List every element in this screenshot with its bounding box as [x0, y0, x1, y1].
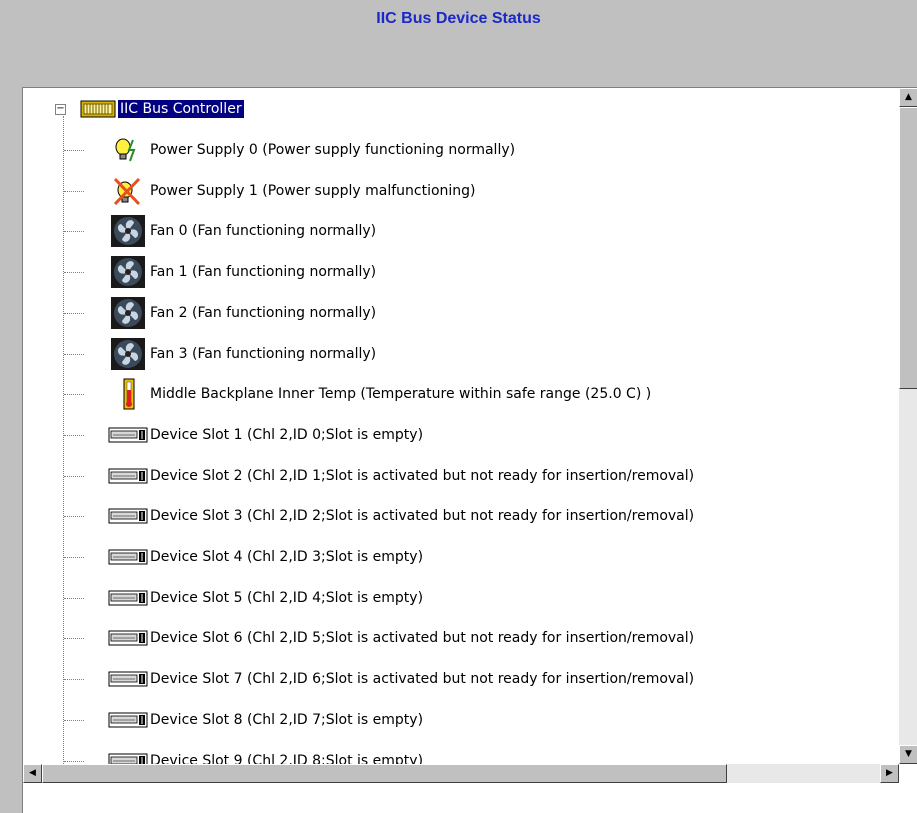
- tree-item-label: Fan 1 (Fan functioning normally): [150, 264, 377, 280]
- tree-item-label: Device Slot 4 (Chl 2,ID 3;Slot is empty): [150, 549, 424, 565]
- device-tree: − IIC Bus Controller Power Supply 0 (Pow…: [23, 88, 899, 764]
- tree-item[interactable]: Device Slot 8 (Chl 2,ID 7;Slot is empty): [108, 706, 425, 734]
- tree-item-label: Device Slot 2 (Chl 2,ID 1;Slot is activa…: [150, 468, 695, 484]
- tree-item[interactable]: Fan 3 (Fan functioning normally): [108, 337, 378, 371]
- device-slot-icon: [108, 581, 148, 615]
- tree-item[interactable]: Power Supply 1 (Power supply malfunction…: [108, 177, 478, 205]
- tree-item[interactable]: Device Slot 3 (Chl 2,ID 2;Slot is activa…: [108, 502, 696, 530]
- tree-item[interactable]: Device Slot 2 (Chl 2,ID 1;Slot is activa…: [108, 462, 696, 490]
- tree-item-label: Device Slot 5 (Chl 2,ID 4;Slot is empty): [150, 590, 424, 606]
- power-supply-ok-icon: [108, 133, 148, 167]
- tree-item[interactable]: Fan 1 (Fan functioning normally): [108, 255, 378, 289]
- tree-root-label: IIC Bus Controller: [118, 100, 244, 118]
- tree-item-label: Device Slot 7 (Chl 2,ID 6;Slot is activa…: [150, 671, 695, 687]
- tree-item[interactable]: Device Slot 5 (Chl 2,ID 4;Slot is empty): [108, 584, 425, 612]
- tree-connector-branch: [64, 435, 84, 436]
- tree-item[interactable]: Middle Backplane Inner Temp (Temperature…: [108, 377, 653, 411]
- tree-connector-branch: [64, 557, 84, 558]
- tree-connector-branch: [64, 638, 84, 639]
- scroll-left-button[interactable]: ◀: [23, 764, 42, 783]
- device-slot-icon: [108, 540, 148, 574]
- device-slot-icon: [108, 703, 148, 737]
- tree-root[interactable]: IIC Bus Controller: [78, 95, 244, 123]
- scroll-right-button[interactable]: ▶: [880, 764, 899, 783]
- device-slot-icon: [108, 621, 148, 655]
- tree-connector-branch: [64, 761, 84, 762]
- vertical-scroll-thumb[interactable]: [899, 107, 917, 389]
- horizontal-scroll-thumb[interactable]: [42, 764, 727, 783]
- tree-item[interactable]: Power Supply 0 (Power supply functioning…: [108, 136, 517, 164]
- tree-item-label: Device Slot 1 (Chl 2,ID 0;Slot is empty): [150, 427, 424, 443]
- tree-item-label: Power Supply 1 (Power supply malfunction…: [150, 183, 476, 199]
- tree-item-label: Fan 0 (Fan functioning normally): [150, 223, 377, 239]
- tree-connector-branch: [64, 476, 84, 477]
- device-slot-icon: [108, 459, 148, 493]
- tree-connector-branch: [64, 150, 84, 151]
- tree-item[interactable]: Device Slot 4 (Chl 2,ID 3;Slot is empty): [108, 543, 425, 571]
- scroll-up-button[interactable]: ▲: [899, 88, 917, 107]
- tree-panel: − IIC Bus Controller Power Supply 0 (Pow…: [22, 87, 917, 813]
- tree-connector-branch: [64, 679, 84, 680]
- tree-item[interactable]: Device Slot 1 (Chl 2,ID 0;Slot is empty): [108, 421, 425, 449]
- device-slot-icon: [108, 418, 148, 452]
- tree-connector-branch: [64, 720, 84, 721]
- tree-item[interactable]: Device Slot 7 (Chl 2,ID 6;Slot is activa…: [108, 665, 696, 693]
- tree-connector-branch: [64, 272, 84, 273]
- tree-connector-branch: [64, 313, 84, 314]
- fan-icon: [108, 214, 148, 248]
- tree-item-label: Middle Backplane Inner Temp (Temperature…: [150, 386, 652, 402]
- tree-item[interactable]: Fan 0 (Fan functioning normally): [108, 214, 378, 248]
- fan-icon: [108, 337, 148, 371]
- collapse-toggle[interactable]: −: [55, 104, 66, 115]
- tree-item-label: Device Slot 9 (Chl 2,ID 8;Slot is empty): [150, 753, 424, 764]
- tree-connector-branch: [64, 191, 84, 192]
- tree-item[interactable]: Device Slot 9 (Chl 2,ID 8;Slot is empty): [108, 747, 425, 764]
- tree-connector-branch: [64, 394, 84, 395]
- vertical-scrollbar[interactable]: ▲ ▼: [899, 88, 917, 764]
- device-slot-icon: [108, 662, 148, 696]
- horizontal-scrollbar[interactable]: ◀ ▶: [23, 764, 899, 783]
- scroll-down-button[interactable]: ▼: [899, 745, 917, 764]
- tree-connector-branch: [64, 231, 84, 232]
- tree-connector-branch: [64, 354, 84, 355]
- tree-connector-line: [63, 116, 64, 764]
- fan-icon: [108, 255, 148, 289]
- thermometer-icon: [108, 377, 148, 411]
- tree-item-label: Fan 3 (Fan functioning normally): [150, 346, 377, 362]
- controller-icon: [78, 92, 118, 126]
- tree-item-label: Fan 2 (Fan functioning normally): [150, 305, 377, 321]
- power-supply-fail-icon: [108, 174, 148, 208]
- tree-connector-branch: [64, 598, 84, 599]
- tree-connector-branch: [64, 516, 84, 517]
- tree-item[interactable]: Fan 2 (Fan functioning normally): [108, 296, 378, 330]
- tree-item[interactable]: Device Slot 6 (Chl 2,ID 5;Slot is activa…: [108, 624, 696, 652]
- tree-item-label: Power Supply 0 (Power supply functioning…: [150, 142, 516, 158]
- device-slot-icon: [108, 499, 148, 533]
- window-title: IIC Bus Device Status: [376, 10, 541, 27]
- device-slot-icon: [108, 744, 148, 764]
- fan-icon: [108, 296, 148, 330]
- tree-item-label: Device Slot 8 (Chl 2,ID 7;Slot is empty): [150, 712, 424, 728]
- tree-item-label: Device Slot 3 (Chl 2,ID 2;Slot is activa…: [150, 508, 695, 524]
- tree-item-label: Device Slot 6 (Chl 2,ID 5;Slot is activa…: [150, 630, 695, 646]
